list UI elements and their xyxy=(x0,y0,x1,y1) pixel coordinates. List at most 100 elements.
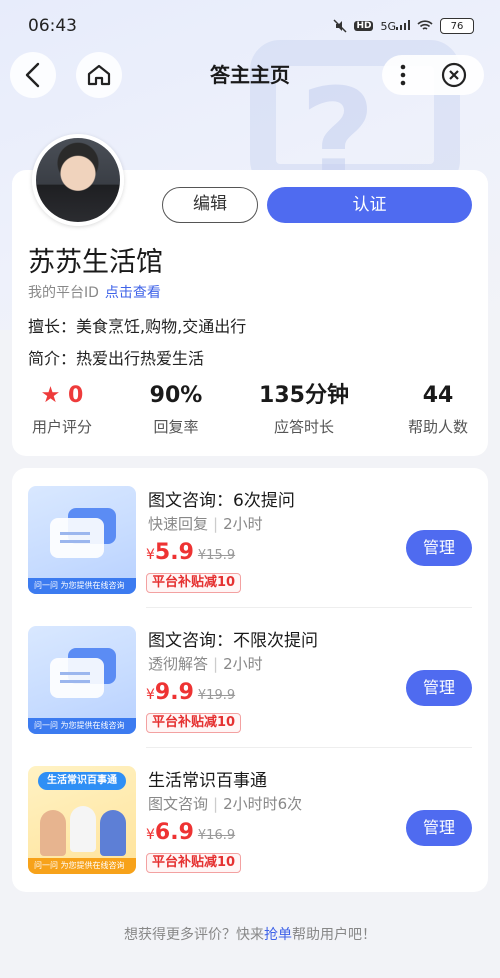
stat-value: 44 xyxy=(422,383,454,408)
edit-button[interactable]: 编辑 xyxy=(162,187,258,223)
thumb-brand: 问一问 xyxy=(34,721,58,730)
separator: | xyxy=(213,795,219,813)
service-title: 图文咨询：6次提问 xyxy=(148,491,295,511)
thumb-title: 生活常识百事通 xyxy=(38,772,126,790)
thumb-footer: 问一问 为您提供在线咨询 xyxy=(28,858,136,874)
menu-capsule xyxy=(382,55,484,95)
thumb-footer: 问一问 为您提供在线咨询 xyxy=(28,718,136,734)
stat-reply-rate: 90% 回复率 xyxy=(136,380,216,437)
stat-value: 90% xyxy=(149,383,203,408)
battery-icon: 76 xyxy=(440,18,474,34)
service-tags: 图文咨询 | 2小时时6次 xyxy=(148,793,302,814)
price-value: 6.9 xyxy=(154,820,194,845)
skill-text: 美食烹饪,购物,交通出行 xyxy=(76,317,247,336)
thumb-footer: 问一问 为您提供在线咨询 xyxy=(28,578,136,594)
stat-label: 应答时长 xyxy=(273,418,334,436)
subsidy-badge: 平台补贴减10 xyxy=(146,713,242,733)
service-tag: 快速回复 xyxy=(148,515,209,533)
text-lines xyxy=(60,532,90,535)
mute-icon xyxy=(333,19,347,33)
stat-label: 回复率 xyxy=(153,418,199,436)
service-item[interactable]: 问一问 为您提供在线咨询 图文咨询：不限次提问 透彻解答 | 2小时 ¥9.9 ¥19… xyxy=(12,608,488,748)
grab-order-link[interactable]: 抢单 xyxy=(264,927,292,943)
currency-symbol: ¥ xyxy=(146,827,155,843)
avatar[interactable] xyxy=(32,134,124,226)
text-lines xyxy=(60,672,90,675)
separator: | xyxy=(213,655,219,673)
system-icons: HD 5G 76 xyxy=(333,18,474,34)
service-tags: 快速回复 | 2小时 xyxy=(148,513,263,534)
platform-id-row: 我的平台ID 点击查看 xyxy=(28,282,161,302)
platform-id-label: 我的平台ID xyxy=(28,285,99,301)
currency-symbol: ¥ xyxy=(146,547,155,563)
original-price: ¥15.9 xyxy=(197,548,236,563)
service-price: ¥5.9 ¥15.9 xyxy=(146,540,235,565)
stats-row: ★ 0 用户评分 90% 回复率 135分钟 应答时长 44 帮助人数 xyxy=(12,380,488,440)
manage-button[interactable]: 管理 xyxy=(406,670,472,706)
chat-bubble-icon xyxy=(50,658,104,698)
service-thumbnail: 问一问 为您提供在线咨询 xyxy=(28,626,136,734)
currency-symbol: ¥ xyxy=(146,687,155,703)
footer-tip: 想获得更多评价？快来抢单帮助用户吧！ xyxy=(0,924,500,944)
stat-value: 135分钟 xyxy=(259,383,349,408)
view-id-link[interactable]: 点击查看 xyxy=(105,285,161,301)
service-price: ¥6.9 ¥16.9 xyxy=(146,820,235,845)
thumb-brand: 问一问 xyxy=(34,581,58,590)
signal-icon: 5G xyxy=(380,19,410,33)
skill-label: 擅长： xyxy=(28,317,77,336)
footer-text: 帮助用户吧！ xyxy=(292,927,376,943)
original-price: ¥16.9 xyxy=(197,828,236,843)
navigation-bar: 答主主页 xyxy=(0,52,500,98)
manage-button[interactable]: 管理 xyxy=(406,810,472,846)
service-thumbnail: 生活常识百事通 问一问 为您提供在线咨询 xyxy=(28,766,136,874)
status-time: 06:43 xyxy=(28,16,77,36)
service-tag: 图文咨询 xyxy=(148,795,209,813)
close-icon[interactable] xyxy=(441,62,467,88)
stat-helped: 44 帮助人数 xyxy=(398,380,478,437)
stat-value: 0 xyxy=(68,383,84,408)
price-value: 5.9 xyxy=(154,540,194,565)
star-icon: ★ xyxy=(40,383,61,408)
network-type: 5G xyxy=(380,19,396,33)
subsidy-badge: 平台补贴减10 xyxy=(146,853,242,873)
person-illustration xyxy=(100,810,126,856)
service-item[interactable]: 问一问 为您提供在线咨询 图文咨询：6次提问 快速回复 | 2小时 ¥5.9 ¥15.… xyxy=(12,468,488,608)
service-duration: 2小时 xyxy=(223,655,263,673)
stat-label: 用户评分 xyxy=(31,418,92,436)
certify-button[interactable]: 认证 xyxy=(267,187,472,223)
service-item[interactable]: 生活常识百事通 问一问 为您提供在线咨询 生活常识百事通 图文咨询 | 2小时时6次… xyxy=(12,748,488,888)
service-duration: 2小时时6次 xyxy=(223,795,303,813)
manage-button[interactable]: 管理 xyxy=(406,530,472,566)
stat-rating: ★ 0 用户评分 xyxy=(20,380,104,437)
person-illustration xyxy=(40,810,66,856)
thumb-caption: 为您提供在线咨询 xyxy=(60,581,125,590)
service-price: ¥9.9 ¥19.9 xyxy=(146,680,235,705)
chat-bubble-icon xyxy=(50,518,104,558)
intro-row: 简介：热爱出行热爱生活 xyxy=(28,345,204,369)
subsidy-badge: 平台补贴减10 xyxy=(146,573,242,593)
status-bar: 06:43 HD 5G 76 xyxy=(0,0,500,52)
original-price: ¥19.9 xyxy=(197,688,236,703)
service-tags: 透彻解答 | 2小时 xyxy=(148,653,263,674)
service-title: 图文咨询：不限次提问 xyxy=(148,631,318,651)
profile-name: 苏苏生活馆 xyxy=(28,247,163,278)
service-tag: 透彻解答 xyxy=(148,655,209,673)
thumb-caption: 为您提供在线咨询 xyxy=(60,861,125,870)
footer-text: 想获得更多评价？快来 xyxy=(124,927,264,943)
more-icon[interactable] xyxy=(400,64,406,86)
service-title: 生活常识百事通 xyxy=(148,771,267,791)
service-duration: 2小时 xyxy=(223,515,263,533)
thumb-brand: 问一问 xyxy=(34,861,58,870)
service-list: 问一问 为您提供在线咨询 图文咨询：6次提问 快速回复 | 2小时 ¥5.9 ¥15.… xyxy=(12,468,488,892)
stat-label: 帮助人数 xyxy=(407,418,468,436)
intro-label: 简介： xyxy=(28,349,77,368)
hd-icon: HD xyxy=(354,21,374,31)
stat-response-time: 135分钟 应答时长 xyxy=(248,380,360,437)
intro-text: 热爱出行热爱生活 xyxy=(76,349,205,368)
service-thumbnail: 问一问 为您提供在线咨询 xyxy=(28,486,136,594)
wifi-icon xyxy=(417,20,433,30)
thumb-caption: 为您提供在线咨询 xyxy=(60,721,125,730)
separator: | xyxy=(213,515,219,533)
price-value: 9.9 xyxy=(154,680,194,705)
person-illustration xyxy=(70,806,96,852)
